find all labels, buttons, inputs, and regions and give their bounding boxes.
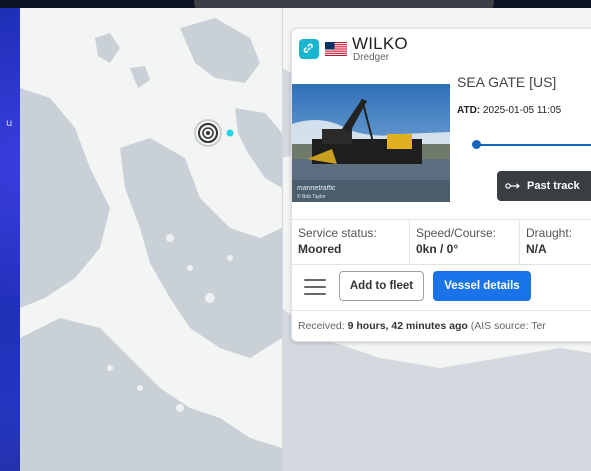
vessel-photo[interactable]: marinetraffic © Bob Taylor: [292, 84, 450, 202]
edge-label: u: [6, 118, 13, 129]
past-track-label: Past track: [527, 180, 580, 192]
route-progress-line: [480, 144, 591, 146]
received-time: 9 hours, 42 minutes ago: [347, 320, 468, 332]
vessel-name: WILKO: [352, 34, 408, 53]
photo-credit: © Bob Taylor: [297, 194, 326, 200]
cyan-dot-icon[interactable]: [225, 128, 235, 138]
stat-service-status: Service status: Moored: [292, 220, 410, 264]
track-icon: [505, 183, 520, 189]
past-track-button[interactable]: Past track: [497, 171, 591, 201]
us-flag-icon: [325, 42, 347, 56]
received-info: Received: 9 hours, 42 minutes ago (AIS s…: [292, 310, 591, 341]
vessel-card: WILKO Dredger marinetraffic © Bob Taylor…: [291, 28, 591, 342]
draught-label: Draught:: [526, 226, 573, 240]
vessel-details-button[interactable]: Vessel details: [433, 271, 531, 301]
stat-speed-course: Speed/Course: 0kn / 0°: [410, 220, 520, 264]
add-to-fleet-button[interactable]: Add to fleet: [339, 271, 424, 301]
atd-line: ATD: 2025-01-05 11:05: [457, 105, 561, 116]
received-source: (AIS source: Ter: [470, 320, 546, 332]
link-icon[interactable]: [299, 39, 319, 59]
draught-value: N/A: [526, 242, 547, 256]
speed-value: 0kn / 0°: [416, 242, 459, 256]
speed-label: Speed/Course:: [416, 226, 497, 240]
atd-value: 2025-01-05 11:05: [482, 105, 562, 116]
hamburger-icon[interactable]: [304, 279, 326, 295]
stat-draught: Draught: N/A: [520, 220, 591, 264]
map-divider: [282, 8, 283, 471]
target-ring-icon[interactable]: [188, 113, 228, 153]
received-prefix: Received:: [298, 320, 345, 332]
vessel-stats: Service status: Moored Speed/Course: 0kn…: [292, 219, 591, 265]
atd-label: ATD:: [457, 105, 481, 116]
status-value: Moored: [298, 242, 342, 256]
photo-watermark: marinetraffic: [297, 185, 336, 192]
destination-port: SEA GATE [US]: [457, 74, 557, 90]
status-label: Service status:: [298, 226, 377, 240]
vessel-type: Dredger: [353, 52, 390, 63]
